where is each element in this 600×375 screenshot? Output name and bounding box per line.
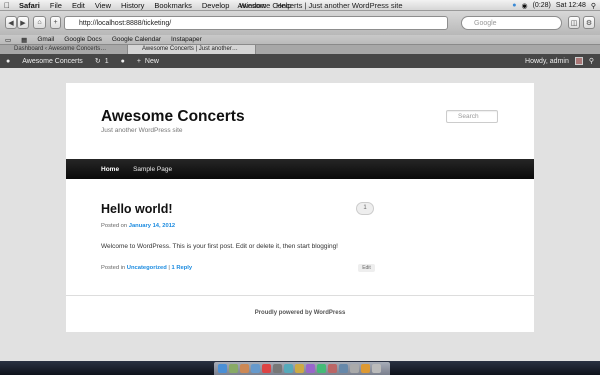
posted-on-label: Posted on (101, 223, 128, 229)
plus-icon: + (136, 57, 141, 65)
dock (214, 362, 390, 375)
avatar[interactable] (574, 57, 583, 65)
wordpress-logo-icon[interactable]: ● (0, 58, 16, 65)
comments-icon[interactable]: ● (115, 58, 131, 65)
app-icon[interactable] (339, 364, 348, 373)
category-link[interactable]: Uncategorized (127, 265, 167, 271)
menu-history[interactable]: History (116, 0, 149, 11)
finder-icon[interactable] (218, 364, 227, 373)
url-text[interactable]: http://localhost:8888/ticketing/ (79, 20, 171, 27)
site-title[interactable]: Awesome Concerts (101, 108, 245, 126)
menu-bar:  Safari File Edit View History Bookmark… (0, 0, 600, 11)
app-icon[interactable] (240, 364, 249, 373)
post-date-link[interactable]: January 14, 2012 (129, 223, 175, 229)
trash-icon[interactable] (372, 364, 381, 373)
posted-in-label: Posted in (101, 265, 126, 271)
site-container: Awesome Concerts Just another WordPress … (66, 83, 534, 332)
post-title[interactable]: Hello world! (101, 202, 173, 216)
admin-account: Howdy, admin ⚲ (525, 54, 594, 68)
wp-admin-bar: ● Awesome Concerts ↻ 1 ● + New Howdy, ad… (0, 54, 600, 68)
battery-status[interactable]: (0:28) (533, 2, 551, 9)
twitter-icon[interactable]: ● (512, 2, 516, 9)
search-placeholder: Google (474, 19, 497, 27)
new-content-item[interactable]: + New (131, 58, 165, 65)
search-input[interactable]: Google (461, 16, 562, 30)
app-icon[interactable] (295, 364, 304, 373)
top-sites-icon[interactable]: ▦ (16, 36, 32, 44)
settings-icon[interactable]: ⚙ (583, 16, 595, 29)
clock[interactable]: Sat 12:48 (556, 2, 586, 9)
window-title: Awesome Concerts | Just another WordPres… (237, 1, 403, 10)
bookmark-google-docs[interactable]: Google Docs (59, 36, 107, 43)
refresh-icon: ↻ (94, 58, 101, 65)
app-icon[interactable] (251, 364, 260, 373)
app-icon[interactable] (306, 364, 315, 373)
forward-button[interactable]: ▶ (17, 16, 29, 29)
howdy-admin[interactable]: Howdy, admin (525, 58, 569, 65)
app-icon[interactable] (328, 364, 337, 373)
wifi-icon[interactable]: ◉ (521, 2, 527, 10)
app-icon[interactable] (273, 364, 282, 373)
admin-site-name[interactable]: Awesome Concerts (16, 58, 89, 65)
nav-sample-page[interactable]: Sample Page (133, 166, 172, 173)
home-icon[interactable]: ⌂ (33, 16, 46, 29)
site-footer[interactable]: Proudly powered by WordPress (66, 310, 534, 316)
new-label: New (144, 57, 159, 65)
post-meta: Posted in Uncategorized | 1 Reply (101, 265, 192, 271)
menu-view[interactable]: View (90, 0, 116, 11)
menu-app[interactable]: Safari (14, 0, 45, 11)
address-bar[interactable]: http://localhost:8888/ticketing/ (64, 16, 448, 30)
tab-dashboard[interactable]: Dashboard ‹ Awesome Concerts… (0, 45, 128, 54)
post-date-line: Posted on January 14, 2012 (101, 223, 175, 229)
apple-icon[interactable]:  (0, 1, 14, 10)
bookmark-instapaper[interactable]: Instapaper (166, 36, 207, 43)
menu-file[interactable]: File (45, 0, 67, 11)
bookmarks-bar: ▭ ▦ Gmail Google Docs Google Calendar In… (0, 35, 600, 44)
main-navigation: Home Sample Page (66, 159, 534, 179)
menu-extras: ● ◉ (0:28) Sat 12:48 ⚲ (512, 0, 596, 11)
menu-bookmarks[interactable]: Bookmarks (149, 0, 197, 11)
site-search-input[interactable]: Search (446, 110, 498, 123)
updates-count: 1 (104, 57, 109, 65)
bookmark-gmail[interactable]: Gmail (32, 36, 59, 43)
site-search-placeholder: Search (458, 113, 479, 120)
meta-separator: | (168, 265, 170, 271)
app-icon[interactable] (262, 364, 271, 373)
app-icon[interactable] (284, 364, 293, 373)
tab-bar: Dashboard ‹ Awesome Concerts… Awesome Co… (0, 44, 600, 54)
reply-link[interactable]: 1 Reply (172, 265, 193, 271)
app-icon[interactable] (229, 364, 238, 373)
tab-awesome-concerts[interactable]: Awesome Concerts | Just another… (128, 45, 256, 54)
page-menu-icon[interactable]: ◫ (568, 16, 580, 29)
spotlight-icon[interactable]: ⚲ (591, 2, 596, 10)
comment-count-bubble[interactable]: 1 (356, 202, 374, 215)
post-content: Welcome to WordPress. This is your first… (101, 243, 338, 250)
app-icon[interactable] (350, 364, 359, 373)
footer-divider (66, 295, 534, 296)
app-icon[interactable] (317, 364, 326, 373)
add-bookmark-button[interactable]: + (50, 16, 61, 29)
back-button[interactable]: ◀ (5, 16, 17, 29)
reading-list-icon[interactable]: ▭ (0, 36, 16, 44)
browser-toolbar: ◀ ▶ ⌂ + http://localhost:8888/ticketing/… (0, 11, 600, 35)
updates-item[interactable]: ↻ 1 (89, 57, 115, 66)
app-icon[interactable] (361, 364, 370, 373)
admin-search-icon[interactable]: ⚲ (589, 57, 594, 65)
bookmark-google-calendar[interactable]: Google Calendar (107, 36, 166, 43)
edit-post-button[interactable]: Edit (358, 264, 375, 272)
nav-home[interactable]: Home (101, 166, 119, 173)
site-description: Just another WordPress site (101, 127, 183, 134)
menu-edit[interactable]: Edit (67, 0, 90, 11)
